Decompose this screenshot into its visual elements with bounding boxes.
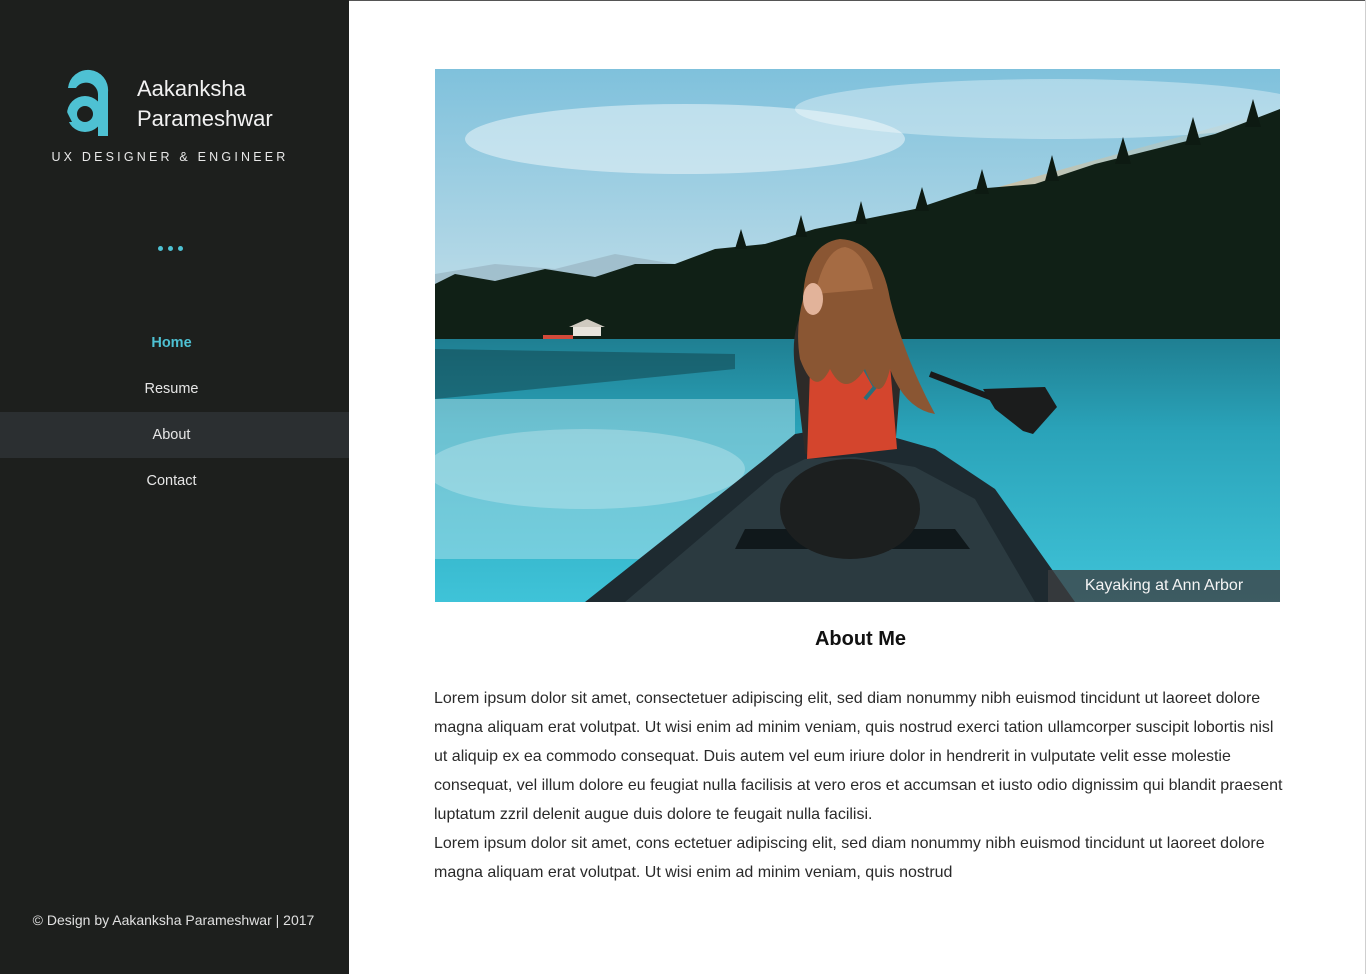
brand-name-first: Aakanksha — [137, 76, 246, 101]
nav-item-about[interactable]: About — [0, 412, 349, 458]
ellipsis-icon — [158, 246, 183, 251]
brand-name: Aakanksha Parameshwar — [137, 74, 273, 134]
hero-image: Kayaking at Ann Arbor — [435, 69, 1280, 602]
footer-copyright: © Design by Aakanksha Parameshwar | 2017 — [32, 912, 315, 928]
about-paragraph: Lorem ipsum dolor sit amet, consectetuer… — [434, 690, 1283, 823]
a-monogram-logo-icon[interactable] — [58, 66, 114, 138]
main-nav: Home Resume About Contact — [0, 320, 349, 504]
brand-name-last: Parameshwar — [137, 106, 273, 131]
brand-tagline: UX DESIGNER & ENGINEER — [51, 150, 289, 164]
nav-item-contact[interactable]: Contact — [0, 458, 349, 504]
hero-caption: Kayaking at Ann Arbor — [1048, 570, 1280, 602]
page-title: About Me — [814, 628, 907, 650]
about-paragraph: Lorem ipsum dolor sit amet, cons ectetue… — [434, 835, 1265, 881]
nav-item-home[interactable]: Home — [0, 320, 349, 366]
nav-item-resume[interactable]: Resume — [0, 366, 349, 412]
top-border — [349, 0, 1366, 1]
about-content: Lorem ipsum dolor sit amet, consectetuer… — [434, 684, 1286, 887]
kayak-lake-photo — [435, 69, 1280, 602]
sidebar: Aakanksha Parameshwar UX DESIGNER & ENGI… — [0, 0, 349, 974]
